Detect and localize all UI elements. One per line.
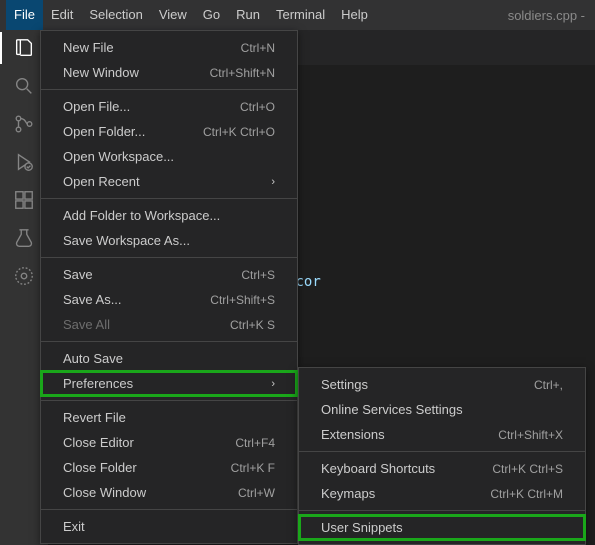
menu-item-save[interactable]: Save Ctrl+S	[41, 262, 297, 287]
source-control-icon[interactable]	[12, 112, 36, 136]
menu-item-add-folder-to-workspace[interactable]: Add Folder to Workspace...	[41, 203, 297, 228]
menu-item-online-services-settings[interactable]: Online Services Settings	[299, 397, 585, 422]
chevron-right-icon: ›	[271, 378, 275, 390]
extensions-icon[interactable]	[12, 188, 36, 212]
menubar: File Edit Selection View Go Run Terminal…	[0, 0, 595, 30]
menu-item-label: Preferences	[63, 376, 133, 391]
menu-item-label: Save As...	[63, 292, 122, 307]
menu-item-label: Save	[63, 267, 93, 282]
menu-separator	[41, 257, 297, 258]
menu-item-open-folder[interactable]: Open Folder... Ctrl+K Ctrl+O	[41, 119, 297, 144]
menu-item-label: Open File...	[63, 99, 130, 114]
menu-file[interactable]: File	[6, 0, 43, 30]
menu-item-label: Save Workspace As...	[63, 233, 190, 248]
menu-shortcut: Ctrl+K Ctrl+O	[203, 125, 275, 139]
menu-shortcut: Ctrl+Shift+S	[210, 293, 275, 307]
menu-item-label: Add Folder to Workspace...	[63, 208, 220, 223]
menu-item-label: Settings	[321, 377, 368, 392]
menu-item-label: Open Workspace...	[63, 149, 174, 164]
menu-shortcut: Ctrl+K Ctrl+S	[492, 462, 563, 476]
menu-item-save-all: Save All Ctrl+K S	[41, 312, 297, 337]
menu-item-label: Extensions	[321, 427, 385, 442]
menu-item-user-snippets[interactable]: User Snippets	[299, 515, 585, 540]
menu-separator	[41, 89, 297, 90]
menu-item-close-window[interactable]: Close Window Ctrl+W	[41, 480, 297, 505]
menu-separator	[41, 400, 297, 401]
run-icon[interactable]	[12, 150, 36, 174]
menu-item-label: Keyboard Shortcuts	[321, 461, 435, 476]
menu-shortcut: Ctrl+K F	[231, 461, 275, 475]
file-menu: New File Ctrl+N New Window Ctrl+Shift+N Open…	[40, 30, 298, 544]
window-title: soldiers.cpp -	[508, 8, 589, 23]
chevron-right-icon: ›	[271, 176, 275, 188]
menu-selection[interactable]: Selection	[81, 0, 150, 30]
menu-view[interactable]: View	[151, 0, 195, 30]
testing-icon[interactable]	[12, 226, 36, 250]
menu-shortcut: Ctrl+S	[241, 268, 275, 282]
menu-shortcut: Ctrl+Shift+X	[498, 428, 563, 442]
menu-item-open-file[interactable]: Open File... Ctrl+O	[41, 94, 297, 119]
menu-shortcut: Ctrl+K S	[230, 318, 275, 332]
menu-shortcut: Ctrl+N	[241, 41, 275, 55]
menu-item-label: Open Folder...	[63, 124, 145, 139]
menu-shortcut: Ctrl+W	[238, 486, 275, 500]
menu-item-extensions[interactable]: Extensions Ctrl+Shift+X	[299, 422, 585, 447]
menu-item-settings[interactable]: Settings Ctrl+,	[299, 372, 585, 397]
menu-separator	[299, 451, 585, 452]
menu-item-label: Close Window	[63, 485, 146, 500]
menu-item-new-window[interactable]: New Window Ctrl+Shift+N	[41, 60, 297, 85]
menu-go[interactable]: Go	[195, 0, 228, 30]
menu-item-revert-file[interactable]: Revert File	[41, 405, 297, 430]
menu-shortcut: Ctrl+O	[240, 100, 275, 114]
menu-item-label: Auto Save	[63, 351, 123, 366]
menu-item-label: Close Folder	[63, 460, 137, 475]
menu-shortcut: Ctrl+Shift+N	[210, 66, 275, 80]
menu-item-label: New Window	[63, 65, 139, 80]
menu-separator	[299, 510, 585, 511]
menu-separator	[41, 341, 297, 342]
menu-run[interactable]: Run	[228, 0, 268, 30]
menu-item-label: Keymaps	[321, 486, 375, 501]
menu-item-open-recent[interactable]: Open Recent ›	[41, 169, 297, 194]
menu-item-label: User Snippets	[321, 520, 403, 535]
menu-item-close-folder[interactable]: Close Folder Ctrl+K F	[41, 455, 297, 480]
menu-item-save-workspace-as[interactable]: Save Workspace As...	[41, 228, 297, 253]
menu-item-save-as[interactable]: Save As... Ctrl+Shift+S	[41, 287, 297, 312]
search-icon[interactable]	[12, 74, 36, 98]
menu-item-close-editor[interactable]: Close Editor Ctrl+F4	[41, 430, 297, 455]
menu-item-new-file[interactable]: New File Ctrl+N	[41, 35, 297, 60]
menu-item-keyboard-shortcuts[interactable]: Keyboard Shortcuts Ctrl+K Ctrl+S	[299, 456, 585, 481]
menu-item-label: Revert File	[63, 410, 126, 425]
menu-item-exit[interactable]: Exit	[41, 514, 297, 539]
menu-shortcut: Ctrl+F4	[235, 436, 275, 450]
preferences-submenu: Settings Ctrl+, Online Services Settings Ex…	[298, 367, 586, 545]
menu-edit[interactable]: Edit	[43, 0, 81, 30]
menu-item-label: Close Editor	[63, 435, 134, 450]
menu-item-preferences[interactable]: Preferences ›	[41, 371, 297, 396]
menu-item-keymaps[interactable]: Keymaps Ctrl+K Ctrl+M	[299, 481, 585, 506]
remote-icon[interactable]	[12, 264, 36, 288]
menu-item-label: Online Services Settings	[321, 402, 463, 417]
menu-item-label: New File	[63, 40, 114, 55]
menu-shortcut: Ctrl+,	[534, 378, 563, 392]
menu-item-label: Exit	[63, 519, 85, 534]
menu-item-open-workspace[interactable]: Open Workspace...	[41, 144, 297, 169]
explorer-icon[interactable]	[12, 36, 36, 60]
menu-shortcut: Ctrl+K Ctrl+M	[490, 487, 563, 501]
menu-item-label: Open Recent	[63, 174, 140, 189]
menu-separator	[41, 509, 297, 510]
menu-terminal[interactable]: Terminal	[268, 0, 333, 30]
menu-item-auto-save[interactable]: Auto Save	[41, 346, 297, 371]
menu-item-label: Save All	[63, 317, 110, 332]
menu-help[interactable]: Help	[333, 0, 376, 30]
menu-separator	[41, 198, 297, 199]
